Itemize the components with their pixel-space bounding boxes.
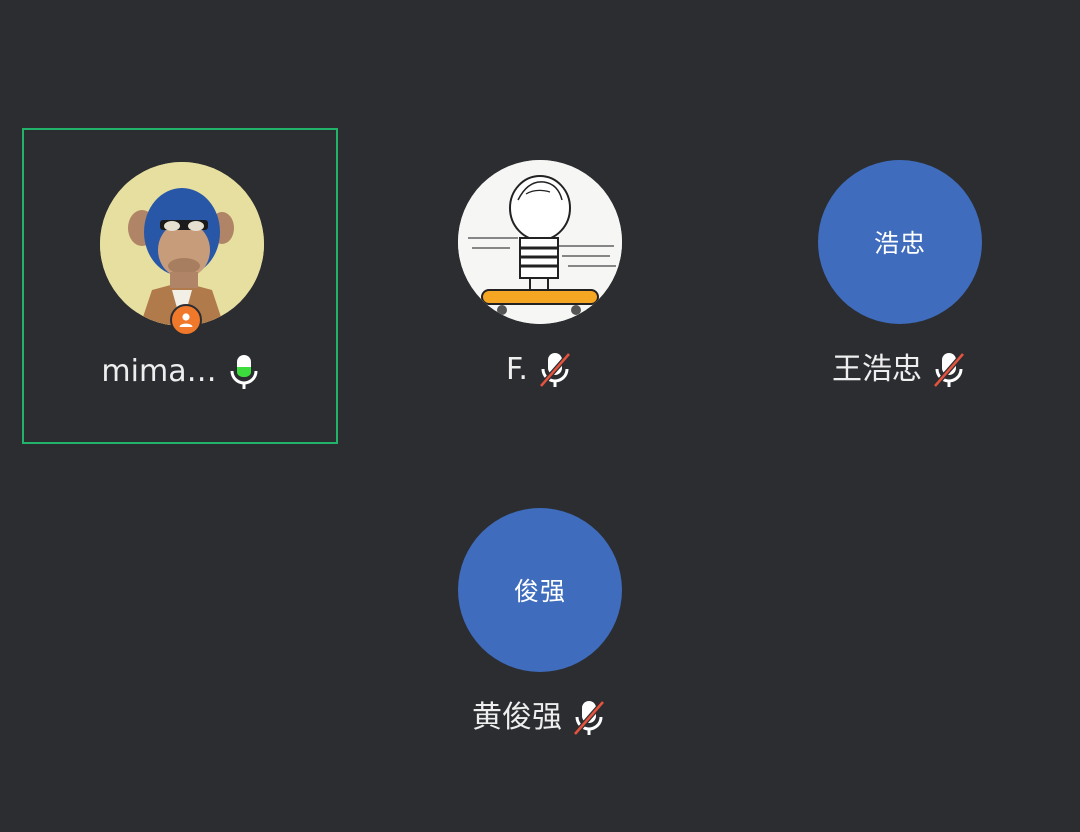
- mic-muted-icon[interactable]: [536, 350, 574, 390]
- participant-avatar: [100, 162, 264, 336]
- ape-avatar-image: [100, 162, 264, 326]
- participant-avatar: [458, 160, 622, 324]
- participant-avatar: 浩忠: [818, 160, 982, 324]
- avatar-initials: 俊强: [458, 508, 622, 672]
- participant-name: 王浩忠: [832, 352, 922, 387]
- participant-name-row: F.: [382, 350, 698, 390]
- participant-tile-wang[interactable]: 浩忠 王浩忠: [742, 128, 1058, 444]
- host-badge-icon: [170, 304, 202, 336]
- participant-avatar: 俊强: [458, 508, 622, 672]
- participant-name-row: 黄俊强: [382, 698, 698, 738]
- participant-tile-mima[interactable]: mima…: [22, 128, 338, 444]
- mic-muted-icon[interactable]: [570, 698, 608, 738]
- mic-active-icon[interactable]: [225, 352, 263, 392]
- skateboard-boy-avatar-image: [458, 160, 622, 324]
- participant-name: F.: [506, 352, 528, 387]
- participant-name: mima…: [101, 354, 217, 389]
- participant-tile-huang[interactable]: 俊强 黄俊强: [382, 476, 698, 792]
- avatar-initials: 浩忠: [818, 160, 982, 324]
- participant-tile-f[interactable]: F.: [382, 128, 698, 444]
- participant-name-row: mima…: [24, 352, 340, 392]
- participant-name-row: 王浩忠: [742, 350, 1058, 390]
- participant-name: 黄俊强: [472, 700, 562, 735]
- mic-muted-icon[interactable]: [930, 350, 968, 390]
